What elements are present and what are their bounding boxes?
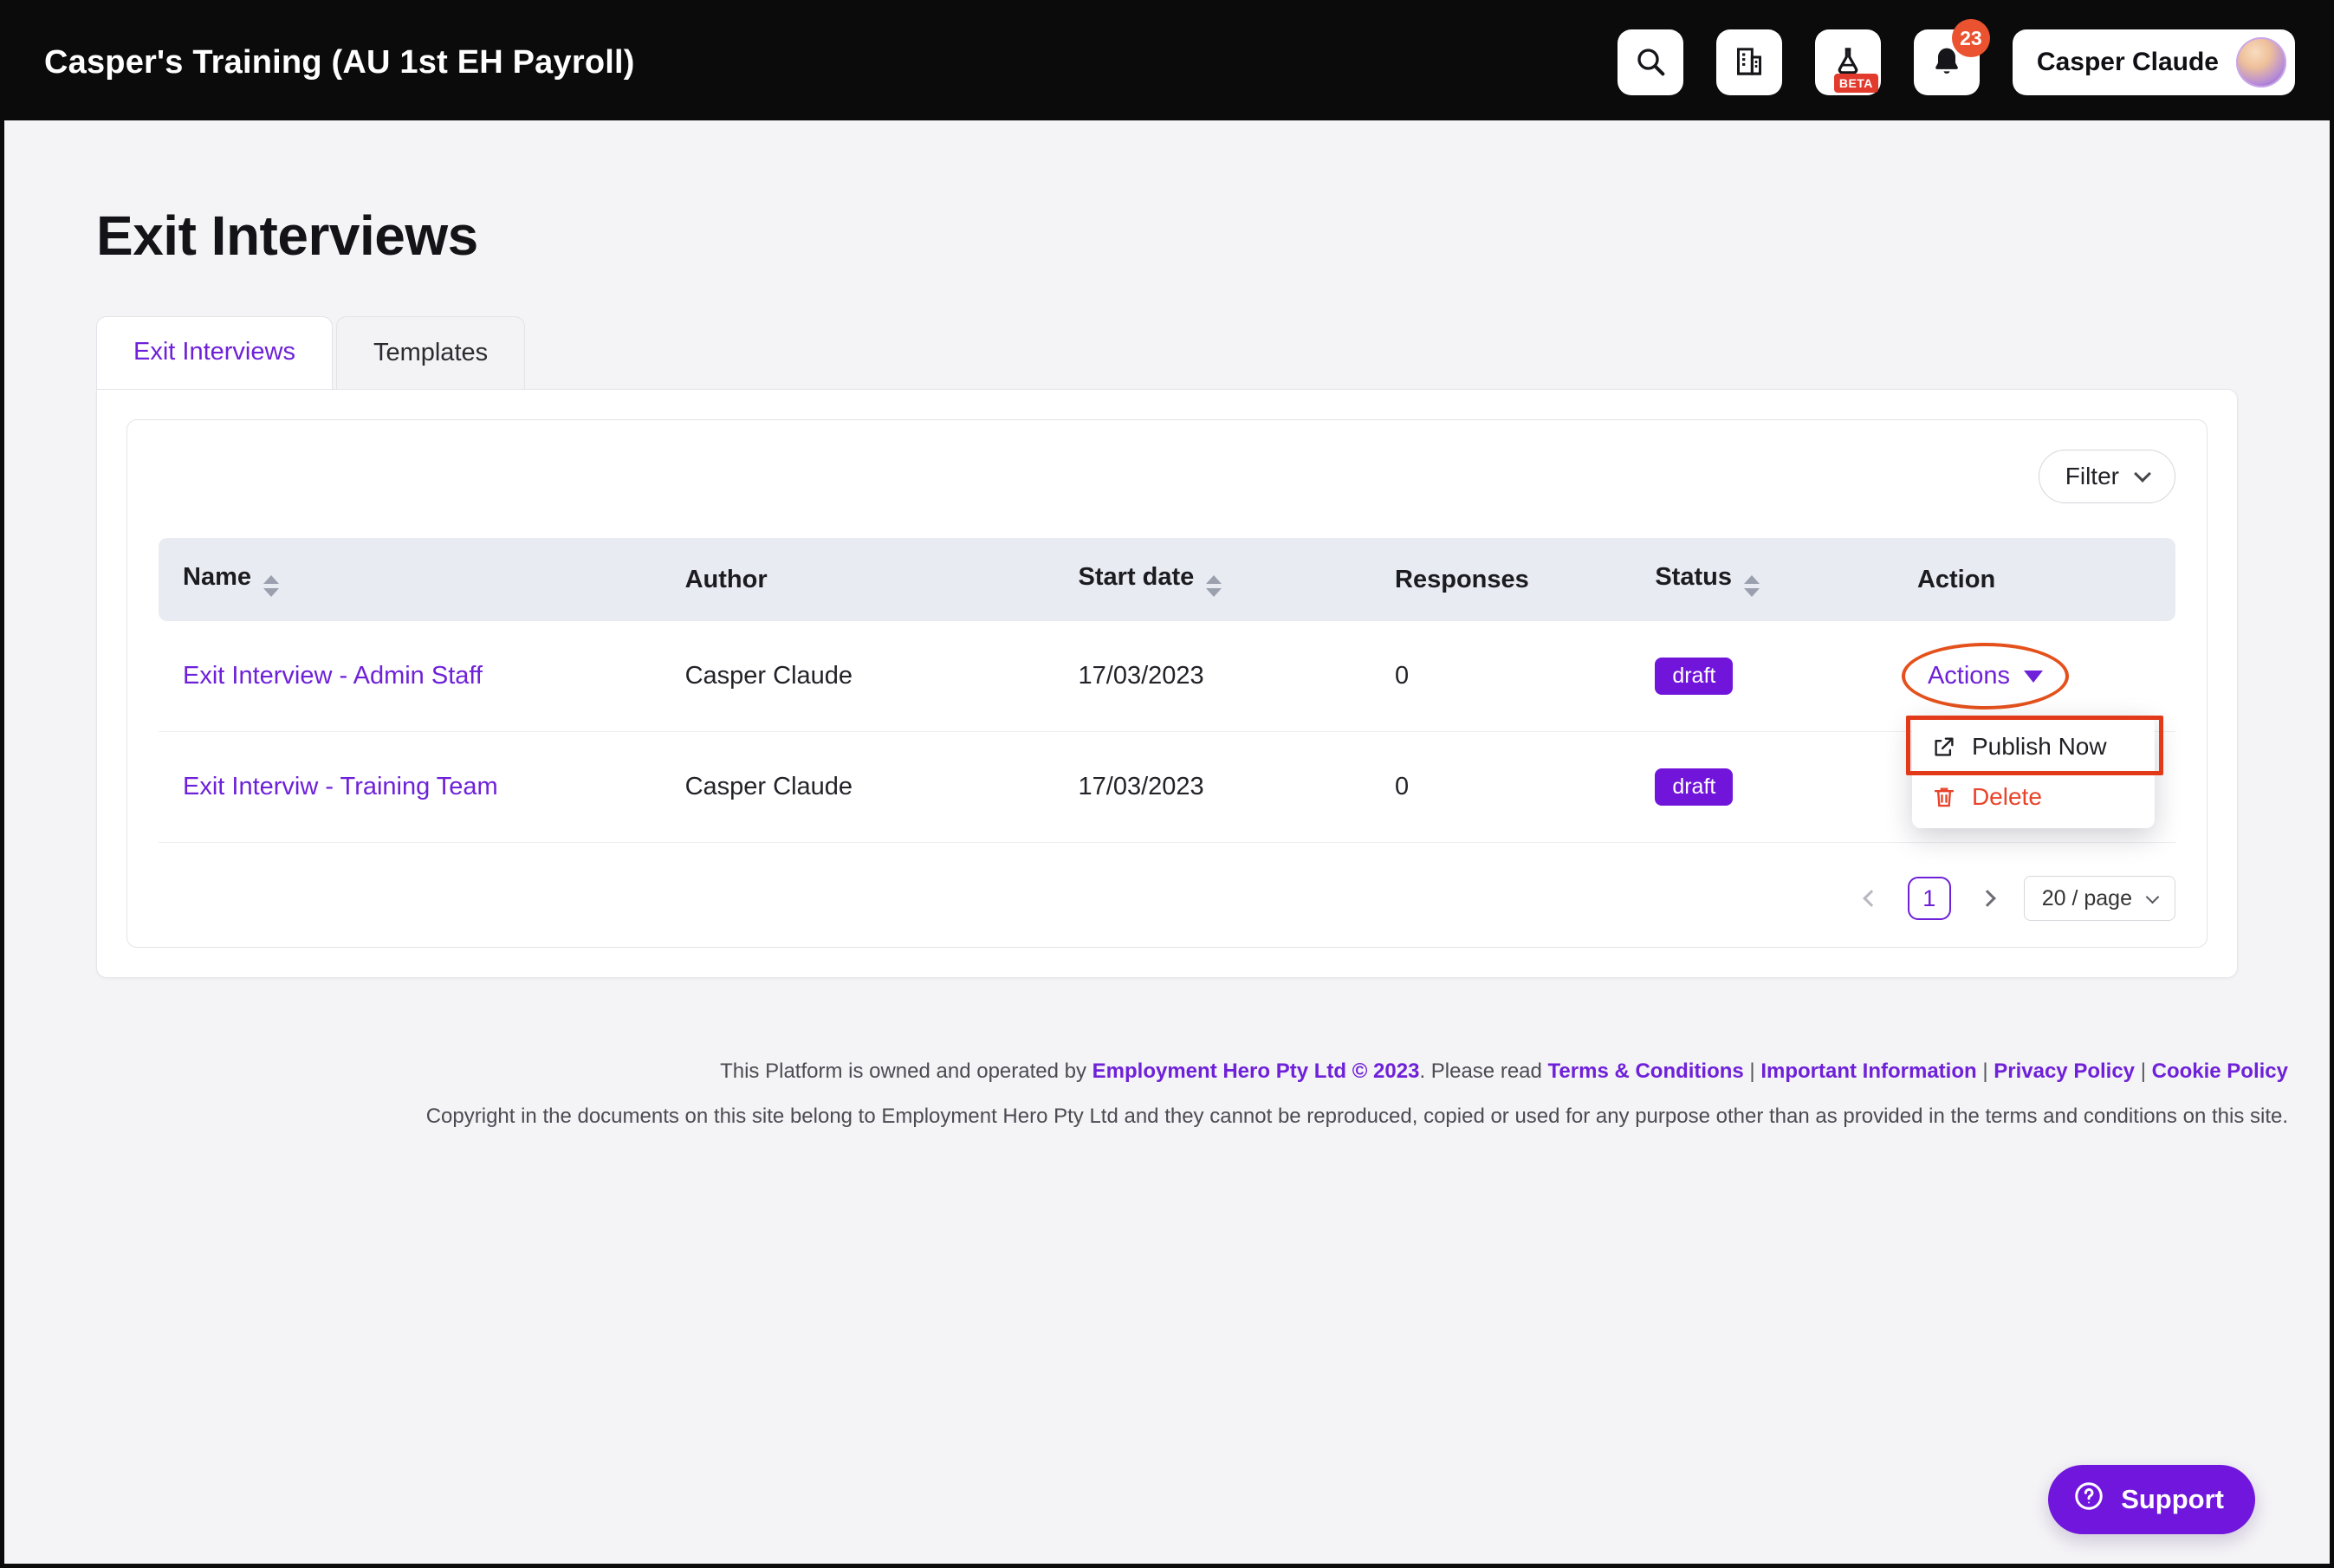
filter-button[interactable]: Filter	[2039, 450, 2175, 503]
top-bar: Casper's Training (AU 1st EH Payroll) BE…	[4, 4, 2330, 120]
organisation-switcher-button[interactable]	[1716, 29, 1782, 95]
previous-page-button[interactable]	[1856, 883, 1887, 914]
trash-icon	[1931, 784, 1957, 810]
user-menu[interactable]: Casper Claude	[2013, 29, 2295, 95]
tab-templates[interactable]: Templates	[336, 316, 525, 389]
caret-down-icon	[2024, 671, 2043, 683]
author-cell: Casper Claude	[685, 773, 1079, 801]
support-button[interactable]: Support	[2048, 1465, 2255, 1534]
tab-exit-interviews[interactable]: Exit Interviews	[96, 316, 333, 389]
table-row: Exit Interview - Admin Staff Casper Clau…	[159, 621, 2175, 732]
interview-name-link[interactable]: Exit Interviw - Training Team	[183, 773, 498, 800]
table-panel: Filter Name Author Start date Responses	[126, 419, 2208, 948]
chevron-left-icon	[1863, 890, 1880, 907]
actions-button[interactable]: Actions	[1917, 650, 2053, 703]
employment-hero-link[interactable]: Employment Hero Pty Ltd © 2023	[1092, 1059, 1420, 1083]
column-header-author: Author	[685, 566, 1079, 594]
column-header-status[interactable]: Status	[1655, 563, 1917, 597]
status-badge: draft	[1655, 768, 1733, 806]
menu-item-delete[interactable]: Delete	[1912, 772, 2155, 822]
terms-conditions-link[interactable]: Terms & Conditions	[1548, 1059, 1744, 1083]
tab-bar: Exit Interviews Templates	[96, 316, 2238, 389]
page-size-select[interactable]: 20 / page	[2024, 876, 2175, 921]
author-cell: Casper Claude	[685, 662, 1079, 690]
column-header-action: Action	[1917, 566, 2175, 594]
share-icon	[1931, 734, 1957, 760]
beta-badge: BETA	[1834, 74, 1878, 93]
responses-cell: 0	[1395, 773, 1655, 801]
next-page-button[interactable]	[1972, 883, 2003, 914]
footer: This Platform is owned and operated by E…	[4, 1058, 2330, 1131]
footer-copyright-line: Copyright in the documents on this site …	[46, 1103, 2288, 1131]
chevron-down-icon	[2146, 890, 2160, 904]
pagination: 1 20 / page	[159, 876, 2175, 921]
chevron-down-icon	[2134, 465, 2151, 483]
interview-name-link[interactable]: Exit Interview - Admin Staff	[183, 662, 483, 690]
page-title: Exit Interviews	[96, 204, 2238, 268]
org-title: Casper's Training (AU 1st EH Payroll)	[44, 44, 635, 81]
table-row: Exit Interviw - Training Team Casper Cla…	[159, 732, 2175, 843]
column-header-start-date[interactable]: Start date	[1079, 563, 1395, 597]
important-information-link[interactable]: Important Information	[1760, 1059, 1976, 1083]
support-label: Support	[2121, 1484, 2224, 1515]
user-name: Casper Claude	[2037, 48, 2219, 77]
filter-row: Filter	[159, 450, 2175, 503]
start-date-cell: 17/03/2023	[1079, 662, 1395, 690]
cookie-policy-link[interactable]: Cookie Policy	[2152, 1059, 2288, 1083]
sort-icon	[1744, 575, 1760, 597]
table-header: Name Author Start date Responses Status …	[159, 538, 2175, 621]
actions-menu: Publish Now Delete	[1912, 716, 2155, 828]
notifications-button[interactable]: 23	[1914, 29, 1980, 95]
labs-beta-button[interactable]: BETA	[1815, 29, 1881, 95]
exit-interviews-card: Filter Name Author Start date Responses	[96, 389, 2238, 978]
column-header-name[interactable]: Name	[159, 563, 685, 597]
menu-item-publish-now[interactable]: Publish Now	[1912, 722, 2155, 772]
search-icon	[1633, 44, 1668, 81]
start-date-cell: 17/03/2023	[1079, 773, 1395, 801]
building-icon	[1732, 44, 1767, 81]
sort-icon	[1206, 575, 1222, 597]
filter-label: Filter	[2065, 463, 2119, 490]
search-button[interactable]	[1618, 29, 1683, 95]
main-content: Exit Interviews Exit Interviews Template…	[4, 204, 2330, 978]
status-badge: draft	[1655, 658, 1733, 695]
current-page-button[interactable]: 1	[1908, 877, 1951, 920]
chevron-right-icon	[1979, 890, 1996, 907]
avatar	[2236, 37, 2286, 87]
sort-icon	[263, 575, 279, 597]
privacy-policy-link[interactable]: Privacy Policy	[1994, 1059, 2135, 1083]
actions-dropdown-anchor: Actions Publish Now	[1917, 650, 2053, 703]
responses-cell: 0	[1395, 662, 1655, 690]
question-circle-icon	[2072, 1480, 2105, 1519]
notification-count-badge: 23	[1952, 19, 1990, 57]
column-header-responses: Responses	[1395, 566, 1655, 594]
footer-legal-line: This Platform is owned and operated by E…	[46, 1058, 2288, 1085]
